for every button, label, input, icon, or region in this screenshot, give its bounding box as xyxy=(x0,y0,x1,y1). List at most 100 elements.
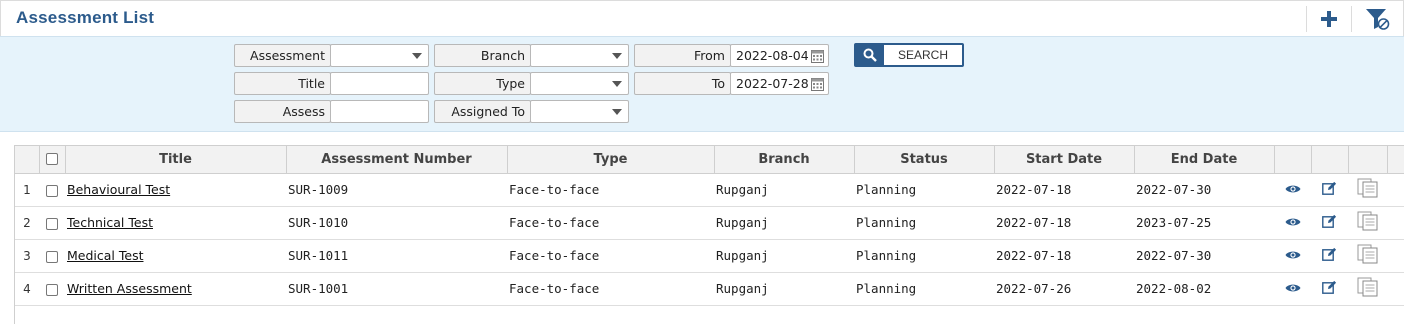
chevron-down-icon xyxy=(612,53,622,59)
eye-icon[interactable] xyxy=(1285,183,1301,198)
table-header-row: Title Assessment Number Type Branch Stat… xyxy=(15,146,1404,174)
filter-panel: Assessment Branch From 2022-08-04 Title … xyxy=(0,36,1404,132)
copy-icon[interactable] xyxy=(1357,244,1379,267)
row-checkbox[interactable] xyxy=(46,184,58,197)
assigned-to-select[interactable] xyxy=(530,100,629,123)
search-button[interactable]: SEARCH xyxy=(854,43,964,67)
status-cell: Planning xyxy=(854,272,994,306)
column-header-copy xyxy=(1348,146,1388,174)
edit-icon[interactable] xyxy=(1322,214,1337,232)
add-button[interactable] xyxy=(1316,7,1342,31)
edit-cell xyxy=(1311,173,1348,207)
filler-cell xyxy=(1387,206,1404,240)
title-input[interactable] xyxy=(330,72,429,95)
calendar-icon[interactable] xyxy=(811,49,824,63)
row-number: 4 xyxy=(15,272,39,306)
title-cell: Technical Test xyxy=(65,206,286,240)
type-cell: Face-to-face xyxy=(507,239,714,273)
assessment-title-link[interactable]: Behavioural Test xyxy=(67,182,170,197)
row-select-cell xyxy=(39,272,65,306)
assessment-select[interactable] xyxy=(330,44,429,67)
assess-label: Assess xyxy=(234,100,331,123)
assess-input[interactable] xyxy=(330,100,429,123)
edit-icon[interactable] xyxy=(1322,280,1337,298)
filter-clear-icon xyxy=(1366,9,1390,30)
status-cell: Planning xyxy=(854,239,994,273)
start-date-cell: 2022-07-26 xyxy=(994,272,1134,306)
to-date-value: 2022-07-28 xyxy=(736,76,809,91)
eye-icon[interactable] xyxy=(1285,216,1301,231)
filler-cell xyxy=(1387,239,1404,273)
column-header-filler xyxy=(1387,146,1404,174)
calendar-icon[interactable] xyxy=(811,77,824,91)
branch-cell: Rupganj xyxy=(714,206,854,240)
copy-cell xyxy=(1348,239,1387,273)
column-header-title[interactable]: Title xyxy=(65,146,287,174)
row-select-cell xyxy=(39,206,65,240)
edit-icon[interactable] xyxy=(1322,181,1337,199)
copy-icon[interactable] xyxy=(1357,277,1379,300)
chevron-down-icon xyxy=(612,81,622,87)
end-date-cell: 2022-07-30 xyxy=(1134,173,1274,207)
copy-icon[interactable] xyxy=(1357,178,1379,201)
to-date-input[interactable]: 2022-07-28 xyxy=(730,72,829,95)
plus-icon xyxy=(1321,11,1337,27)
edit-cell xyxy=(1311,239,1348,273)
type-label: Type xyxy=(434,72,531,95)
assessment-number-cell: SUR-1011 xyxy=(286,239,507,273)
assessment-title-link[interactable]: Written Assessment xyxy=(67,281,192,296)
filler-cell xyxy=(1387,272,1404,306)
chevron-down-icon xyxy=(412,53,422,59)
page-header: Assessment List xyxy=(0,0,1404,36)
title-cell: Written Assessment xyxy=(65,272,286,306)
column-header-type[interactable]: Type xyxy=(507,146,715,174)
assessment-number-cell: SUR-1009 xyxy=(286,173,507,207)
assessment-number-cell: SUR-1010 xyxy=(286,206,507,240)
edit-icon[interactable] xyxy=(1322,247,1337,265)
row-number-header xyxy=(15,146,40,174)
eye-icon[interactable] xyxy=(1285,282,1301,297)
view-cell xyxy=(1274,239,1311,273)
column-header-status[interactable]: Status xyxy=(854,146,995,174)
status-cell: Planning xyxy=(854,206,994,240)
type-select[interactable] xyxy=(530,72,629,95)
type-cell: Face-to-face xyxy=(507,272,714,306)
assessment-title-link[interactable]: Medical Test xyxy=(67,248,143,263)
search-icon xyxy=(856,45,884,65)
branch-cell: Rupganj xyxy=(714,239,854,273)
column-header-end-date[interactable]: End Date xyxy=(1134,146,1275,174)
branch-label: Branch xyxy=(434,44,531,67)
from-label: From xyxy=(634,44,731,67)
copy-icon[interactable] xyxy=(1357,211,1379,234)
view-cell xyxy=(1274,206,1311,240)
branch-select[interactable] xyxy=(530,44,629,67)
title-cell: Medical Test xyxy=(65,239,286,273)
start-date-cell: 2022-07-18 xyxy=(994,173,1134,207)
select-all-checkbox[interactable] xyxy=(46,153,58,166)
column-header-branch[interactable]: Branch xyxy=(714,146,855,174)
from-date-input[interactable]: 2022-08-04 xyxy=(730,44,829,67)
assessment-title-link[interactable]: Technical Test xyxy=(67,215,153,230)
assigned-to-label: Assigned To xyxy=(434,100,531,123)
assessment-label: Assessment xyxy=(234,44,331,67)
row-checkbox[interactable] xyxy=(46,217,58,230)
column-header-assessment-number[interactable]: Assessment Number xyxy=(286,146,508,174)
branch-cell: Rupganj xyxy=(714,272,854,306)
row-number: 3 xyxy=(15,239,39,273)
table-row: 4 Written Assessment SUR-1001 Face-to-face R… xyxy=(15,272,1404,306)
end-date-cell: 2022-07-30 xyxy=(1134,239,1274,273)
assessment-number-cell: SUR-1001 xyxy=(286,272,507,306)
row-select-cell xyxy=(39,239,65,273)
end-date-cell: 2022-08-02 xyxy=(1134,272,1274,306)
row-number: 2 xyxy=(15,206,39,240)
page-title: Assessment List xyxy=(16,8,155,27)
row-number: 1 xyxy=(15,173,39,207)
search-button-label: SEARCH xyxy=(897,48,948,62)
clear-filter-button[interactable] xyxy=(1365,7,1391,31)
view-cell xyxy=(1274,272,1311,306)
column-header-start-date[interactable]: Start Date xyxy=(994,146,1135,174)
row-checkbox[interactable] xyxy=(46,250,58,263)
row-checkbox[interactable] xyxy=(46,283,58,296)
edit-cell xyxy=(1311,272,1348,306)
eye-icon[interactable] xyxy=(1285,249,1301,264)
